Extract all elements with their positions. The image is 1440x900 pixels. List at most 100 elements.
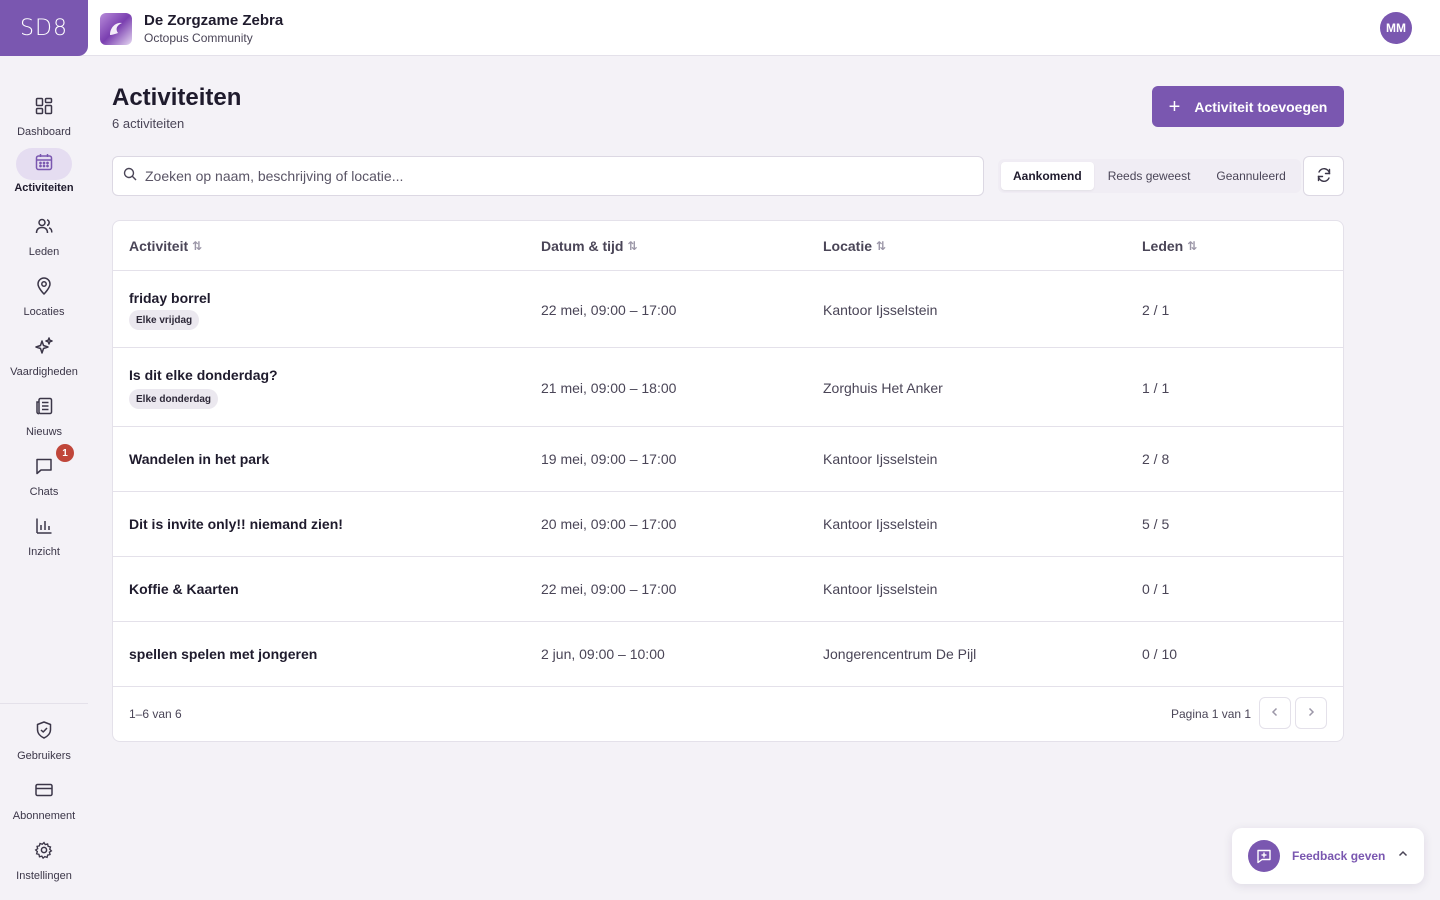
activity-members: 2 / 8 — [1142, 451, 1170, 467]
chevron-right-icon — [1305, 706, 1317, 721]
shield-icon — [34, 720, 54, 745]
sidebar-item-leden[interactable]: Leden — [0, 212, 88, 258]
plus-icon: + — [1168, 95, 1181, 118]
sidebar-item-nieuws[interactable]: Nieuws — [0, 392, 88, 438]
sort-icon: ⇅ — [1187, 239, 1198, 253]
search-box — [112, 156, 984, 196]
sidebar-item-chats[interactable]: 1 Chats — [0, 444, 88, 498]
refresh-button[interactable] — [1303, 156, 1344, 196]
sort-icon: ⇅ — [876, 239, 887, 253]
chat-unread-badge: 1 — [56, 444, 74, 462]
sidebar-item-inzicht[interactable]: Inzicht — [0, 512, 88, 558]
credit-card-icon — [34, 780, 54, 805]
activity-date: 22 mei, 09:00 – 17:00 — [541, 302, 677, 318]
column-header-leden[interactable]: Leden ⇅ — [1142, 238, 1197, 254]
filter-reeds-geweest[interactable]: Reeds geweest — [1096, 162, 1203, 190]
refresh-icon — [1316, 167, 1332, 186]
activity-name: friday borrel — [129, 290, 211, 306]
activity-location: Jongerencentrum De Pijl — [823, 646, 977, 662]
activity-name: Is dit elke donderdag? — [129, 367, 278, 383]
top-bar: SD8 De Zorgzame Zebra Octopus Community … — [0, 0, 1440, 56]
page-title: Activiteiten — [112, 84, 242, 111]
activity-location: Kantoor Ijsselstein — [823, 581, 938, 597]
activity-location: Kantoor Ijsselstein — [823, 451, 938, 467]
result-range: 1–6 van 6 — [129, 707, 182, 721]
table-row[interactable]: Dit is invite only!! niemand zien! 20 me… — [113, 492, 1343, 557]
sidebar-item-label: Activiteiten — [14, 182, 74, 194]
activity-location: Kantoor Ijsselstein — [823, 516, 938, 532]
sidebar-item-label: Chats — [29, 486, 59, 498]
activity-date: 19 mei, 09:00 – 17:00 — [541, 451, 677, 467]
activity-date: 20 mei, 09:00 – 17:00 — [541, 516, 677, 532]
sidebar-item-instellingen[interactable]: Instellingen — [0, 836, 88, 882]
next-page-button[interactable] — [1295, 697, 1327, 729]
newspaper-icon — [34, 396, 54, 421]
sidebar-item-label: Dashboard — [17, 126, 71, 138]
org-switcher[interactable]: De Zorgzame Zebra Octopus Community — [100, 12, 283, 46]
activity-name: Wandelen in het park — [129, 451, 270, 467]
sidebar-item-locaties[interactable]: Locaties — [0, 272, 88, 318]
sidebar-item-label: Abonnement — [12, 810, 76, 822]
page-indicator: Pagina 1 van 1 — [1171, 707, 1252, 721]
sidebar-item-vaardigheden[interactable]: Vaardigheden — [0, 332, 88, 378]
activity-members: 2 / 1 — [1142, 302, 1170, 318]
activity-date: 22 mei, 09:00 – 17:00 — [541, 581, 677, 597]
sidebar-item-label: Vaardigheden — [10, 366, 78, 378]
chevron-left-icon — [1269, 706, 1281, 721]
column-label: Activiteit — [129, 238, 189, 254]
activity-name: Koffie & Kaarten — [129, 581, 239, 597]
activity-count: 6 activiteiten — [112, 116, 185, 131]
previous-page-button[interactable] — [1259, 697, 1291, 729]
filter-aankomend[interactable]: Aankomend — [1001, 162, 1094, 190]
org-logo-icon — [100, 13, 132, 45]
activities-table: Activiteit ⇅ Datum & tijd ⇅ Locatie ⇅ Leden… — [112, 220, 1344, 742]
activity-name: spellen spelen met jongeren — [129, 646, 318, 662]
recurrence-tag: Elke vrijdag — [129, 310, 200, 330]
feedback-icon — [1248, 840, 1280, 872]
table-row[interactable]: spellen spelen met jongeren 2 jun, 09:00… — [113, 622, 1343, 687]
sidebar-item-label: Instellingen — [16, 870, 72, 882]
table-row[interactable]: Wandelen in het park 19 mei, 09:00 – 17:… — [113, 427, 1343, 492]
gear-icon — [34, 840, 54, 865]
table-row[interactable]: Koffie & Kaarten 22 mei, 09:00 – 17:00 K… — [113, 557, 1343, 622]
activity-members: 0 / 10 — [1142, 646, 1178, 662]
feedback-label: Feedback geven — [1292, 849, 1386, 863]
brand-logo[interactable]: SD8 — [0, 0, 88, 56]
column-label: Locatie — [823, 238, 873, 254]
dashboard-icon — [34, 96, 54, 121]
activity-location: Zorghuis Het Anker — [823, 380, 943, 396]
calendar-icon — [34, 152, 54, 177]
column-label: Datum & tijd — [541, 238, 624, 254]
sidebar-item-abonnement[interactable]: Abonnement — [0, 776, 88, 822]
activity-date: 21 mei, 09:00 – 18:00 — [541, 380, 677, 396]
activity-members: 0 / 1 — [1142, 581, 1170, 597]
activity-name: Dit is invite only!! niemand zien! — [129, 516, 343, 532]
org-name: De Zorgzame Zebra — [144, 12, 284, 29]
table-row[interactable]: Is dit elke donderdag? Elke donderdag 21… — [113, 348, 1343, 427]
table-row[interactable]: friday borrel Elke vrijdag 22 mei, 09:00… — [113, 271, 1343, 348]
column-header-datum[interactable]: Datum & tijd ⇅ — [541, 238, 638, 254]
users-icon — [34, 216, 54, 241]
recurrence-tag: Elke donderdag — [129, 389, 219, 409]
status-filter: Aankomend Reeds geweest Geannuleerd — [998, 159, 1301, 193]
filter-geannuleerd[interactable]: Geannuleerd — [1204, 162, 1297, 190]
sidebar-item-label: Nieuws — [25, 426, 63, 438]
search-input[interactable] — [145, 168, 965, 184]
sidebar: Dashboard Activiteiten Leden Locaties Va… — [0, 56, 88, 900]
sidebar-item-activiteiten[interactable]: Activiteiten — [0, 148, 88, 194]
column-label: Leden — [1142, 238, 1184, 254]
add-activity-button[interactable]: + Activiteit toevoegen — [1152, 86, 1344, 127]
sidebar-item-label: Gebruikers — [17, 750, 71, 762]
sidebar-item-dashboard[interactable]: Dashboard — [0, 92, 88, 138]
feedback-widget[interactable]: Feedback geven — [1232, 828, 1424, 884]
column-header-locatie[interactable]: Locatie ⇅ — [823, 238, 886, 254]
sort-icon: ⇅ — [627, 239, 638, 253]
column-header-activiteit[interactable]: Activiteit ⇅ — [129, 238, 202, 254]
sidebar-divider — [0, 703, 88, 704]
search-icon — [123, 167, 137, 186]
activity-members: 1 / 1 — [1142, 380, 1170, 396]
chat-icon — [34, 456, 54, 481]
sidebar-item-label: Inzicht — [28, 546, 60, 558]
user-avatar[interactable]: MM — [1380, 12, 1412, 44]
sidebar-item-gebruikers[interactable]: Gebruikers — [0, 716, 88, 762]
